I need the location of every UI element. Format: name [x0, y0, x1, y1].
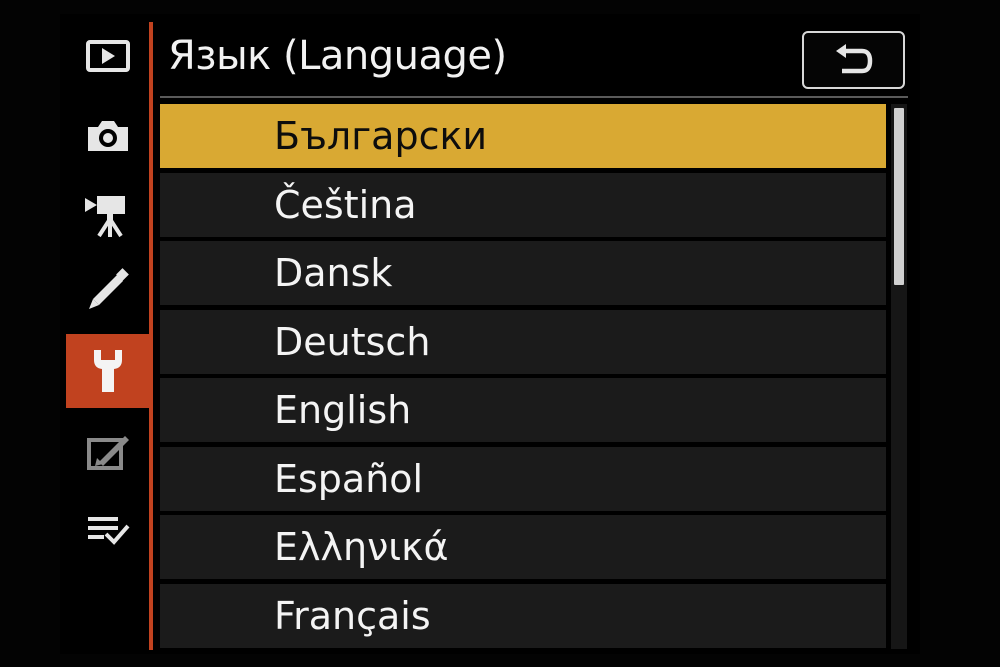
scrollbar[interactable] — [891, 104, 907, 649]
camera-icon — [88, 121, 128, 151]
language-option[interactable]: English — [160, 378, 886, 442]
language-option[interactable]: Ελληνικά — [160, 515, 886, 579]
language-option[interactable]: Français — [160, 584, 886, 648]
tab-custom-settings[interactable] — [66, 256, 150, 324]
back-button[interactable] — [802, 31, 905, 89]
tab-movie-shooting[interactable] — [66, 180, 150, 248]
language-option[interactable]: Deutsch — [160, 310, 886, 374]
my-menu-icon — [88, 517, 130, 545]
scrollbar-thumb[interactable] — [894, 108, 904, 285]
language-option[interactable]: Dansk — [160, 241, 886, 305]
menu-sidebar — [66, 20, 152, 650]
tab-retouch[interactable] — [66, 418, 150, 486]
tab-my-menu[interactable] — [66, 496, 150, 564]
language-option[interactable]: Čeština — [160, 173, 886, 237]
sidebar-border — [149, 22, 153, 650]
playback-icon — [86, 40, 130, 72]
pencil-icon — [89, 268, 129, 309]
page-title: Язык (Language) — [168, 33, 507, 79]
language-option[interactable]: Español — [160, 447, 886, 511]
tab-photo-shooting[interactable] — [66, 102, 150, 170]
return-arrow-icon — [835, 44, 872, 74]
language-option[interactable]: Български — [160, 104, 886, 168]
header-divider — [160, 96, 908, 98]
tab-playback[interactable] — [66, 22, 150, 90]
tab-setup[interactable] — [66, 334, 150, 408]
movie-camera-icon — [85, 196, 125, 238]
retouch-icon — [87, 436, 129, 470]
language-list: Български Čeština Dansk Deutsch English Españ… — [160, 104, 888, 649]
wrench-icon — [94, 350, 122, 392]
